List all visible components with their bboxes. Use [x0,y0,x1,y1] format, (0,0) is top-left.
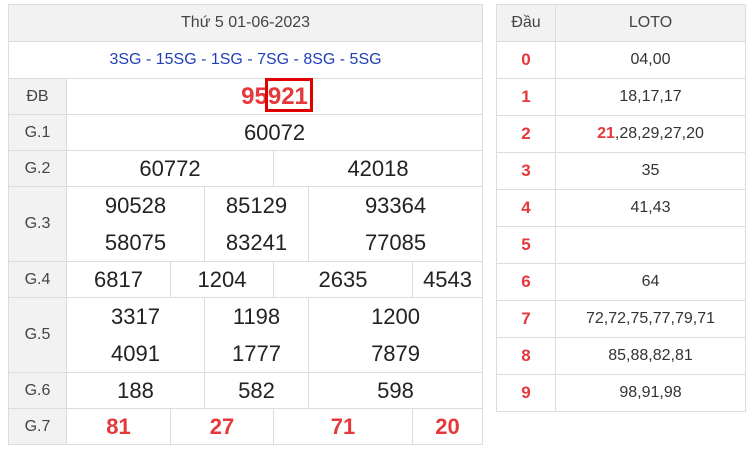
g4-value: 2635 [273,261,413,298]
loto-dau: 7 [496,300,556,338]
g5-column: 1200 7879 [307,297,484,373]
date-title: Thứ 5 01-06-2023 [7,4,484,42]
loto-row: 0 04,00 [496,41,746,79]
loto-row: 2 21,28,29,27,20 [496,115,746,153]
g6-value: 598 [307,372,484,409]
g3-value: 83241 [225,229,288,255]
loto-head-loto: LOTO [555,4,746,42]
prize-label-g1: G.1 [8,114,67,151]
loto-highlight: 21 [597,125,615,142]
g5-value: 7879 [371,340,421,366]
g6-value: 582 [204,372,309,409]
loto-values: 21,28,29,27,20 [555,115,746,153]
g7-value: 27 [170,408,274,445]
g7-value: 81 [66,408,171,445]
g5-column: 3317 4091 [66,297,205,373]
loto-values: 98,91,98 [555,374,746,412]
g6-value: 188 [66,372,205,409]
g4-value: 6817 [66,261,171,298]
loto-row: 4 41,43 [496,189,746,227]
province-codes: 3SG - 15SG - 1SG - 7SG - 8SG - 5SG [7,41,484,79]
prize-label-g2: G.2 [8,150,67,187]
loto-head-dau: Đầu [496,4,556,42]
loto-rest: 18,17,17 [619,88,682,105]
g3-value: 85129 [225,192,288,218]
loto-table: Đầu LOTO 0 04,00 1 18,17,17 2 21,28,29,2… [496,4,746,412]
loto-values: 35 [555,152,746,190]
g1-value: 60072 [65,114,484,151]
loto-dau: 8 [496,337,556,375]
loto-dau: 9 [496,374,556,412]
g7-value: 71 [273,408,413,445]
g3-value: 58075 [104,229,167,255]
loto-row: 1 18,17,17 [496,78,746,116]
prize-label-g7: G.7 [8,408,67,445]
prize-label-g4: G.4 [8,261,67,298]
loto-dau: 6 [496,263,556,301]
loto-rest: 85,88,82,81 [608,347,693,364]
g5-value: 3317 [111,303,160,329]
loto-rest: 98,91,98 [619,384,682,401]
loto-rest: ,28,29,27,20 [614,125,704,142]
g2-value: 42018 [272,150,484,187]
loto-rest: 72,72,75,77,79,71 [585,310,715,327]
prize-label-g6: G.6 [8,372,67,409]
loto-values: 41,43 [555,189,746,227]
prize-label-g3: G.3 [8,186,67,262]
prize-label-db: ĐB [8,78,67,115]
loto-row: 8 85,88,82,81 [496,337,746,375]
g5-value: 1777 [232,340,281,366]
g2-value: 60772 [66,150,274,187]
g3-value: 93364 [364,192,427,218]
loto-values: 72,72,75,77,79,71 [555,300,746,338]
loto-rest: 41,43 [630,199,671,216]
loto-dau: 4 [496,189,556,227]
g4-value: 4543 [411,261,484,298]
loto-values [555,226,746,264]
loto-row: 3 35 [496,152,746,190]
g3-column: 85129 83241 [204,186,309,262]
loto-values: 04,00 [555,41,746,79]
g3-column: 90528 58075 [66,186,205,262]
loto-dau: 1 [496,78,556,116]
special-prize-value: 95921 [65,78,484,115]
loto-values: 18,17,17 [555,78,746,116]
results-table: Thứ 5 01-06-2023 3SG - 15SG - 1SG - 7SG … [7,4,484,445]
loto-rest: 35 [641,162,660,179]
g3-value: 77085 [364,229,427,255]
loto-dau: 3 [496,152,556,190]
g5-value: 4091 [111,340,160,366]
g7-value: 20 [411,408,484,445]
loto-dau: 2 [496,115,556,153]
loto-values: 85,88,82,81 [555,337,746,375]
g5-value: 1200 [371,303,421,329]
g5-value: 1198 [232,303,281,329]
loto-row: 5 [496,226,746,264]
prize-label-g5: G.5 [8,297,67,373]
loto-values: 64 [555,263,746,301]
loto-dau: 0 [496,41,556,79]
loto-dau: 5 [496,226,556,264]
loto-rest: 04,00 [630,51,671,68]
loto-row: 6 64 [496,263,746,301]
g3-column: 93364 77085 [307,186,484,262]
g4-value: 1204 [170,261,274,298]
g3-value: 90528 [104,192,167,218]
lottery-result-page: Thứ 5 01-06-2023 3SG - 15SG - 1SG - 7SG … [0,0,752,462]
g5-column: 1198 1777 [204,297,309,373]
loto-rest: 64 [641,273,660,290]
loto-row: 7 72,72,75,77,79,71 [496,300,746,338]
loto-row: 9 98,91,98 [496,374,746,412]
